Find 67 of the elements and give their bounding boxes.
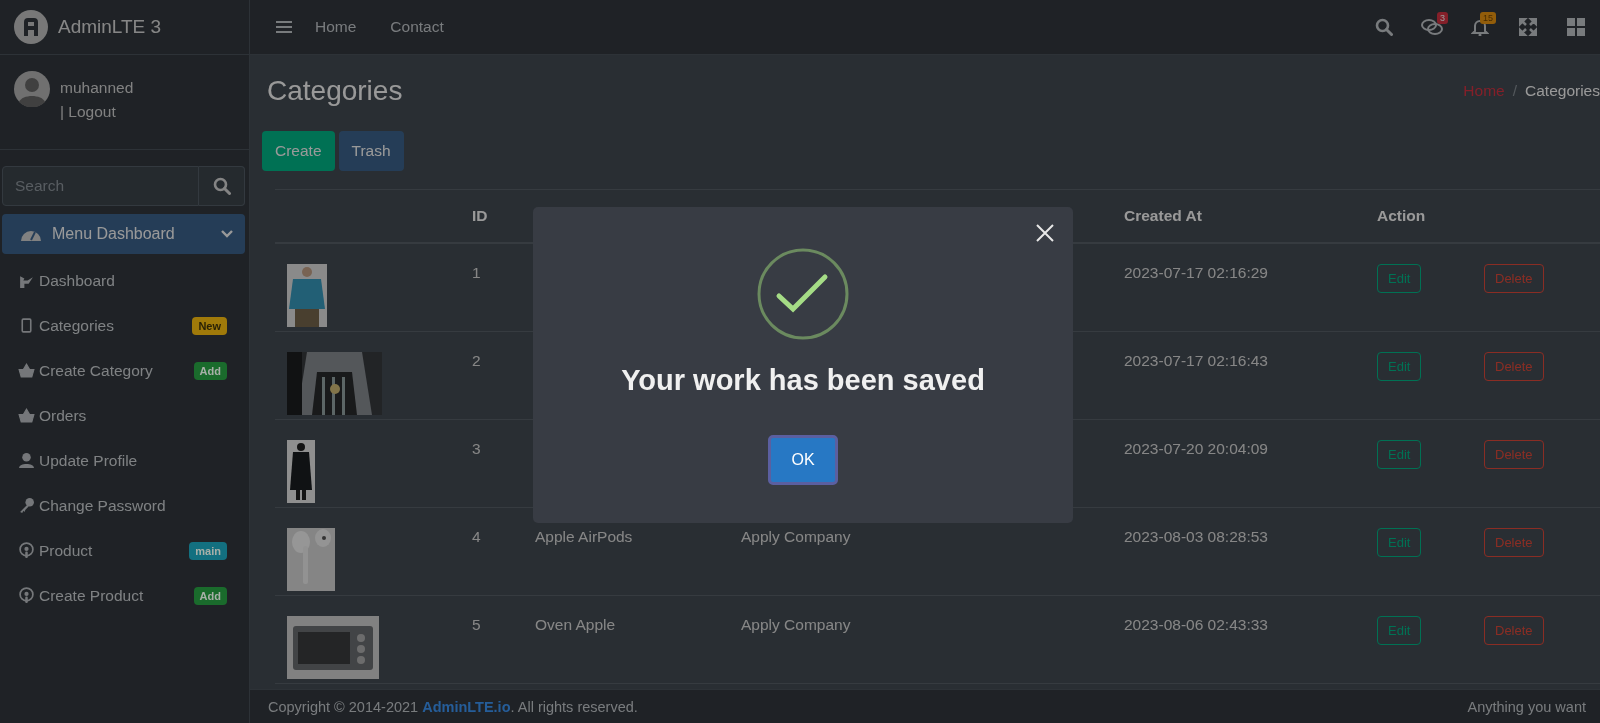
sidebar-item[interactable]: Categories New (0, 303, 249, 348)
messages-button[interactable]: 3 (1408, 7, 1456, 47)
search-button[interactable] (199, 166, 245, 206)
footer-note: Anything you want (1467, 698, 1586, 715)
table-cell: Apple AirPods (535, 528, 633, 545)
table-cell: 4 (472, 528, 481, 545)
menu-dashboard-button[interactable]: Menu Dashboard (2, 214, 245, 254)
adminlte-link[interactable]: AdminLTE.io (422, 698, 511, 715)
edit-button[interactable]: Edit (1377, 528, 1422, 557)
dialog-title: Your work has been saved (621, 364, 985, 397)
sidebar-item[interactable]: Product main (0, 528, 249, 573)
badge: New (192, 316, 227, 335)
column-header: ID (471, 207, 489, 225)
basket-icon (18, 362, 35, 379)
table-cell: Apply Company (741, 616, 851, 633)
nav-link[interactable]: Home (298, 18, 374, 36)
table-cell: 2 (472, 352, 481, 369)
table-cell: 2023-08-03 08:28:53 (1124, 528, 1268, 545)
table-cell: 2023-07-17 02:16:29 (1124, 264, 1268, 281)
notification-count: 15 (1480, 12, 1496, 24)
edit-button[interactable]: Edit (1377, 616, 1422, 645)
notifications-button[interactable]: 15 (1456, 7, 1504, 47)
table-cell: 3 (472, 440, 481, 457)
copyright-text: Copyright © 2014-2021 AdminLTE.io. All rights reserved. (268, 698, 638, 715)
badge: main (189, 541, 227, 560)
breadcrumb-item[interactable]: Categories (1525, 82, 1600, 100)
column-header: Action (1376, 207, 1427, 225)
table-cell: Oven Apple (535, 616, 616, 633)
chevron-icon (221, 229, 233, 239)
brand-name[interactable]: AdminLTE 3 (58, 16, 162, 38)
ok-button[interactable]: OK (768, 435, 838, 485)
sidebar-item[interactable]: Create Product Add (0, 573, 249, 618)
table-cell: 2023-07-17 02:16:43 (1124, 352, 1268, 369)
column-header: Created At (1123, 207, 1203, 225)
breadcrumb-separator: / (1512, 82, 1518, 100)
sidebar-item[interactable]: Change Password (0, 483, 249, 528)
podcast-icon (18, 542, 35, 559)
page-title: Categories (267, 75, 403, 107)
badge: Add (193, 361, 227, 380)
table-cell: 5 (472, 616, 481, 633)
avatar (14, 71, 50, 107)
table-cell: 2023-07-20 20:04:09 (1124, 440, 1268, 457)
edit-button[interactable]: Edit (1377, 352, 1422, 381)
user-name[interactable]: muhanned (60, 79, 134, 97)
search-icon (212, 177, 231, 195)
sidebar-item[interactable]: Create Category Add (0, 348, 249, 393)
edit-button[interactable]: Edit (1377, 440, 1422, 469)
edit-button[interactable]: Edit (1377, 264, 1422, 293)
table-cell: Apply Company (741, 528, 851, 545)
podcast-icon (18, 587, 35, 604)
create-button[interactable]: Create (262, 131, 335, 171)
badge: Add (193, 586, 227, 605)
sidebar-item[interactable]: Dashboard (0, 258, 249, 303)
table-cell: 1 (472, 264, 481, 281)
logout-link[interactable]: | Logout (60, 103, 134, 121)
key-icon (18, 497, 35, 514)
basket-icon (18, 407, 35, 424)
table-cell: 2023-08-06 02:43:33 (1124, 616, 1268, 633)
nav-link[interactable]: Contact (373, 18, 461, 36)
success-check-icon (757, 248, 849, 340)
user-icon (18, 452, 35, 469)
logo-icon (14, 10, 48, 44)
sidebar-item[interactable]: Orders (0, 393, 249, 438)
trash-button[interactable]: Trash (338, 131, 404, 171)
tablet-icon (18, 317, 35, 334)
message-count: 3 (1437, 12, 1448, 24)
sidebar-item[interactable]: Update Profile (0, 438, 249, 483)
